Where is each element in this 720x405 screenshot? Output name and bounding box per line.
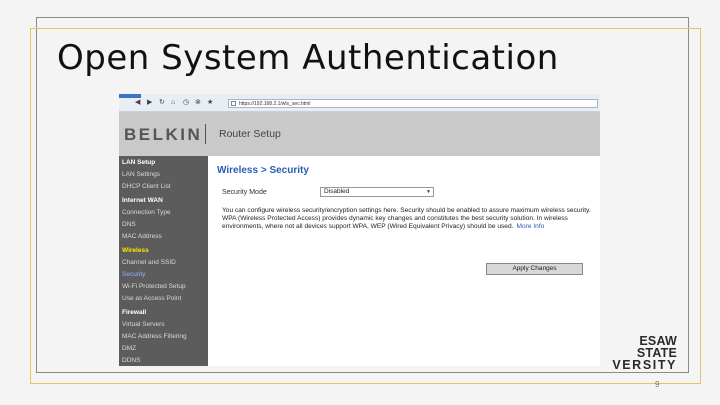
security-mode-select[interactable]: Disabled ▼ [320, 187, 434, 197]
sidebar-item-mac-address-filtering[interactable]: MAC Address Filtering [122, 333, 187, 340]
reload-icon[interactable]: ↻ [159, 99, 165, 107]
star-icon[interactable]: ★ [207, 99, 213, 107]
chevron-down-icon: ▼ [426, 189, 431, 195]
sidebar-item-dhcp-client-list[interactable]: DHCP Client List [122, 183, 171, 190]
sidebar-item-internet-wan[interactable]: Internet WAN [122, 197, 163, 204]
slide-title: Open System Authentication [57, 38, 559, 78]
brand-logo: BELKIN [124, 125, 203, 144]
browser-tab[interactable] [119, 94, 141, 98]
page-number: 9 [655, 380, 660, 389]
router-sidebar: LAN Setup LAN Settings DHCP Client List Int… [119, 156, 208, 366]
router-screenshot: ◀ ▶ ↻ ⌂ ◷ ⊗ ★ https://192.168.2.1/wls_se… [119, 94, 600, 366]
sidebar-item-use-as-access-point[interactable]: Use as Access Point [122, 295, 181, 302]
sidebar-item-firewall[interactable]: Firewall [122, 309, 146, 316]
stop-icon[interactable]: ⊗ [195, 99, 201, 107]
browser-toolbar: ◀ ▶ ↻ ⌂ ◷ ⊗ ★ https://192.168.2.1/wls_se… [119, 94, 600, 112]
page-title: Wireless > Security [217, 165, 309, 176]
page-icon [231, 101, 236, 106]
logo-line-1: ESAW STATE [636, 334, 677, 360]
url-bar[interactable]: https://192.168.2.1/wls_sec.html [228, 99, 598, 108]
security-mode-value: Disabled [324, 188, 350, 195]
sidebar-item-ddns[interactable]: DDNS [122, 357, 140, 364]
sidebar-item-wi-fi-protected-setup[interactable]: Wi-Fi Protected Setup [122, 283, 186, 290]
header-divider [205, 124, 206, 144]
sidebar-item-dmz[interactable]: DMZ [122, 345, 136, 352]
sidebar-item-virtual-servers[interactable]: Virtual Servers [122, 321, 165, 328]
home-icon[interactable]: ⌂ [171, 99, 175, 107]
router-header: BELKIN Router Setup [119, 112, 600, 156]
header-title: Router Setup [219, 128, 281, 140]
security-mode-label: Security Mode [222, 189, 267, 196]
more-info-link[interactable]: More Info [516, 223, 544, 230]
sidebar-item-lan-settings[interactable]: LAN Settings [122, 171, 160, 178]
url-text: https://192.168.2.1/wls_sec.html [239, 101, 311, 107]
slide: Open System Authentication ◀ ▶ ↻ ⌂ ◷ ⊗ ★… [0, 0, 720, 405]
apply-changes-button[interactable]: Apply Changes [486, 263, 583, 275]
sidebar-item-dns[interactable]: DNS [122, 221, 136, 228]
logo-line-2: VERSITY [612, 358, 677, 372]
sidebar-item-security[interactable]: Security [122, 271, 145, 278]
main-content: Wireless > Security Security Mode Disabl… [208, 156, 600, 366]
security-description: You can configure wireless security/encr… [222, 207, 594, 232]
sidebar-item-wireless[interactable]: Wireless [122, 247, 149, 254]
forward-icon[interactable]: ▶ [147, 99, 152, 107]
sidebar-item-connection-type[interactable]: Connection Type [122, 209, 171, 216]
history-icon[interactable]: ◷ [183, 99, 189, 107]
sidebar-item-channel-and-ssid[interactable]: Channel and SSID [122, 259, 176, 266]
back-icon[interactable]: ◀ [135, 99, 140, 107]
university-logo: ESAW STATE VERSITY [601, 334, 677, 372]
sidebar-item-mac-address[interactable]: MAC Address [122, 233, 162, 240]
sidebar-item-lan-setup[interactable]: LAN Setup [122, 159, 155, 166]
